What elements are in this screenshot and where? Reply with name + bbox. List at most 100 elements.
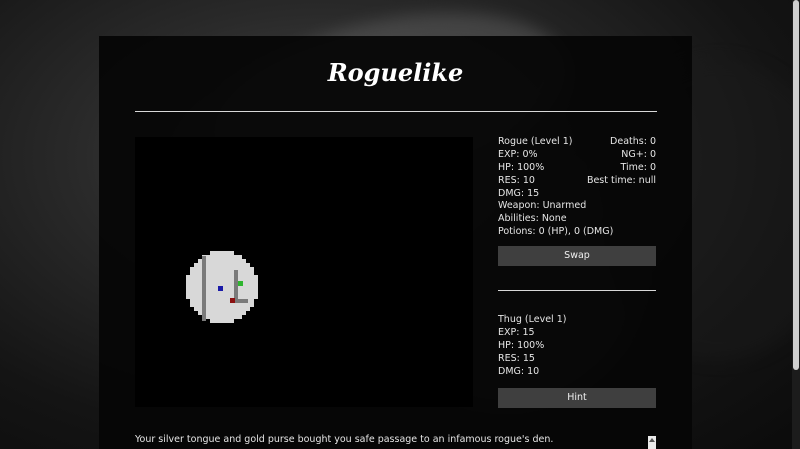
floor-tile [198, 267, 202, 271]
floor-tile [194, 291, 198, 295]
floor-tile [246, 279, 250, 283]
floor-tile [222, 315, 226, 319]
floor-tile [214, 279, 218, 283]
floor-tile [198, 307, 202, 311]
floor-tile [214, 307, 218, 311]
enemy-marker [230, 298, 235, 303]
floor-tile [218, 263, 222, 267]
floor-tile [250, 295, 254, 299]
floor-tile [214, 291, 218, 295]
floor-tile [230, 255, 234, 259]
player-potions: Potions: 0 (HP), 0 (DMG) [498, 226, 614, 238]
floor-tile [210, 267, 214, 271]
floor-tile [198, 295, 202, 299]
floor-tile [214, 255, 218, 259]
floor-tile [234, 303, 238, 307]
floor-tile [214, 299, 218, 303]
page-scrollbar[interactable] [792, 0, 800, 449]
floor-tile [226, 251, 230, 255]
floor-tile [214, 263, 218, 267]
player-marker [218, 286, 223, 291]
floor-tile [210, 283, 214, 287]
player-weapon: Weapon: Unarmed [498, 200, 587, 212]
floor-tile [210, 291, 214, 295]
floor-tile [230, 319, 234, 323]
floor-tile [234, 255, 238, 259]
floor-tile [242, 287, 246, 291]
floor-tile [210, 251, 214, 255]
floor-tile [210, 287, 214, 291]
floor-tile [238, 267, 242, 271]
game-map[interactable] [135, 137, 473, 407]
floor-tile [246, 295, 250, 299]
floor-tile [190, 291, 194, 295]
floor-tile [190, 303, 194, 307]
floor-tile [194, 275, 198, 279]
floor-tile [186, 287, 190, 291]
floor-tile [222, 279, 226, 283]
floor-tile [230, 291, 234, 295]
floor-tile [194, 283, 198, 287]
item-marker [238, 281, 243, 286]
floor-tile [198, 303, 202, 307]
floor-tile [250, 291, 254, 295]
floor-tile [242, 311, 246, 315]
run-stats: Deaths: 0 NG+: 0 Time: 0 Best time: null [560, 136, 656, 188]
floor-tile [194, 303, 198, 307]
floor-tile [214, 315, 218, 319]
floor-tile [186, 291, 190, 295]
floor-tile [190, 271, 194, 275]
floor-tile [238, 275, 242, 279]
floor-tile [250, 299, 254, 303]
floor-tile [214, 295, 218, 299]
scrollbar-thumb[interactable] [793, 0, 799, 370]
floor-tile [210, 299, 214, 303]
message-scroll-up[interactable] [648, 436, 656, 449]
floor-tile [230, 271, 234, 275]
chevron-up-icon [649, 438, 655, 442]
floor-tile [238, 271, 242, 275]
floor-tile [226, 267, 230, 271]
floor-tile [222, 307, 226, 311]
floor-tile [214, 311, 218, 315]
floor-tile [210, 279, 214, 283]
floor-tile [214, 275, 218, 279]
floor-tile [218, 303, 222, 307]
floor-tile [242, 275, 246, 279]
floor-tile [218, 299, 222, 303]
floor-tile [226, 255, 230, 259]
floor-tile [206, 259, 210, 263]
hint-button[interactable]: Hint [498, 388, 656, 408]
floor-tile [194, 267, 198, 271]
floor-tile [230, 311, 234, 315]
floor-tile [210, 315, 214, 319]
player-abilities: Abilities: None [498, 213, 567, 225]
floor-tile [250, 267, 254, 271]
floor-tile [246, 271, 250, 275]
floor-tile [206, 255, 210, 259]
floor-tile [230, 267, 234, 271]
floor-tile [198, 283, 202, 287]
floor-tile [218, 319, 222, 323]
floor-tile [242, 267, 246, 271]
floor-tile [206, 267, 210, 271]
floor-tile [218, 315, 222, 319]
floor-tile [254, 275, 258, 279]
swap-button[interactable]: Swap [498, 246, 656, 266]
floor-tile [242, 291, 246, 295]
floor-tile [214, 287, 218, 291]
floor-tile [206, 303, 210, 307]
enemy-dmg: DMG: 10 [498, 365, 540, 377]
floor-tile [226, 287, 230, 291]
floor-tile [210, 255, 214, 259]
floor-tile [210, 307, 214, 311]
floor-tile [206, 315, 210, 319]
floor-tile [234, 259, 238, 263]
floor-tile [218, 291, 222, 295]
floor-tile [198, 271, 202, 275]
enemy-name-level: Thug (Level 1) [498, 314, 567, 325]
floor-tile [226, 319, 230, 323]
floor-tile [238, 259, 242, 263]
floor-tile [226, 315, 230, 319]
floor-tile [194, 263, 198, 267]
